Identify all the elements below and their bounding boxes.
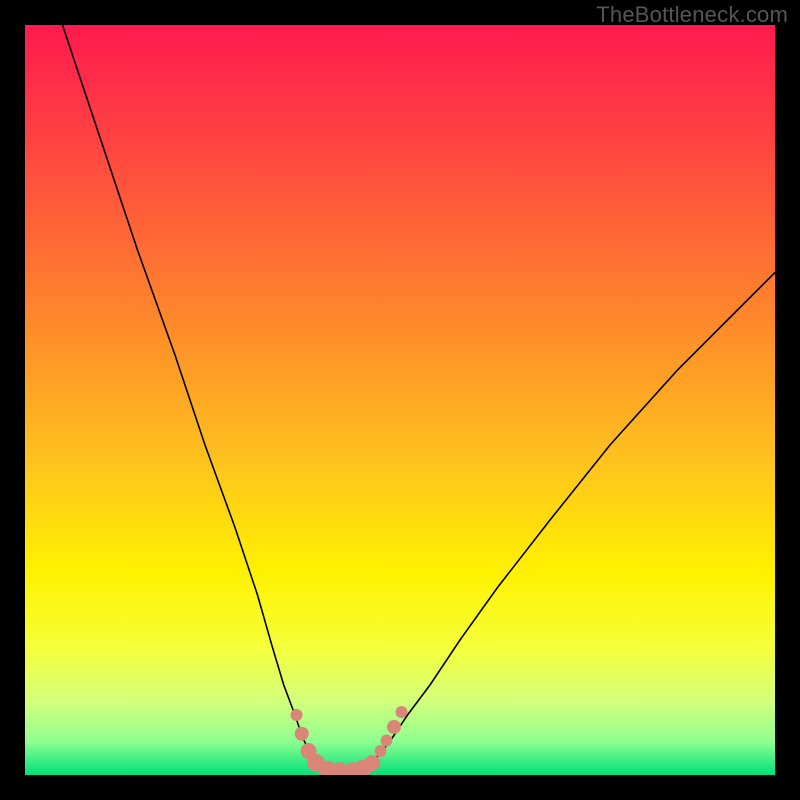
plot-area	[25, 25, 775, 775]
bottleneck-band-point	[381, 735, 393, 747]
bottleneck-band-point	[291, 709, 303, 721]
bottleneck-band-point	[295, 727, 309, 741]
bottleneck-band-point	[396, 706, 408, 718]
gradient-background	[25, 25, 775, 775]
watermark-label: TheBottleneck.com	[596, 2, 788, 28]
bottleneck-band-point	[375, 745, 387, 757]
outer-frame: TheBottleneck.com	[0, 0, 800, 800]
bottleneck-chart	[25, 25, 775, 775]
bottleneck-band-point	[364, 755, 380, 771]
bottleneck-band-point	[387, 720, 401, 734]
